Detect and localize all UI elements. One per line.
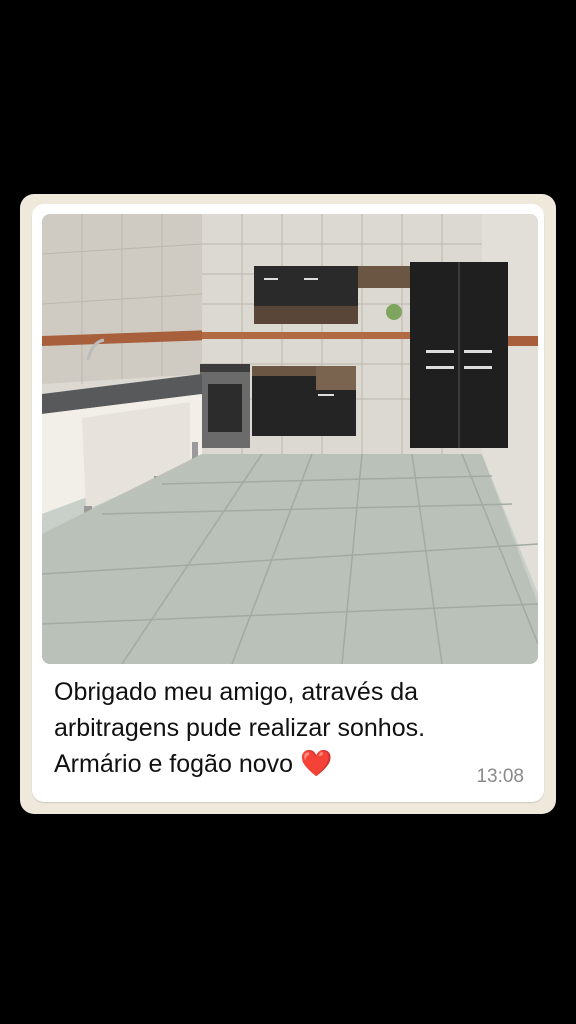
heart-emoji-icon: ❤️: [299, 749, 333, 779]
message-text: Obrigado meu amigo, através da arbitrage…: [54, 674, 524, 782]
message-line-3-text: Armário e fogão novo: [54, 750, 294, 778]
message-timestamp: 13:08: [476, 766, 524, 787]
message-line-3: Armário e fogão novo ❤️: [54, 746, 524, 782]
message-line-2: arbitragens pude realizar sonhos.: [54, 714, 426, 742]
kitchen-photo[interactable]: [42, 214, 538, 664]
message-line-1: Obrigado meu amigo, através da: [54, 678, 419, 706]
